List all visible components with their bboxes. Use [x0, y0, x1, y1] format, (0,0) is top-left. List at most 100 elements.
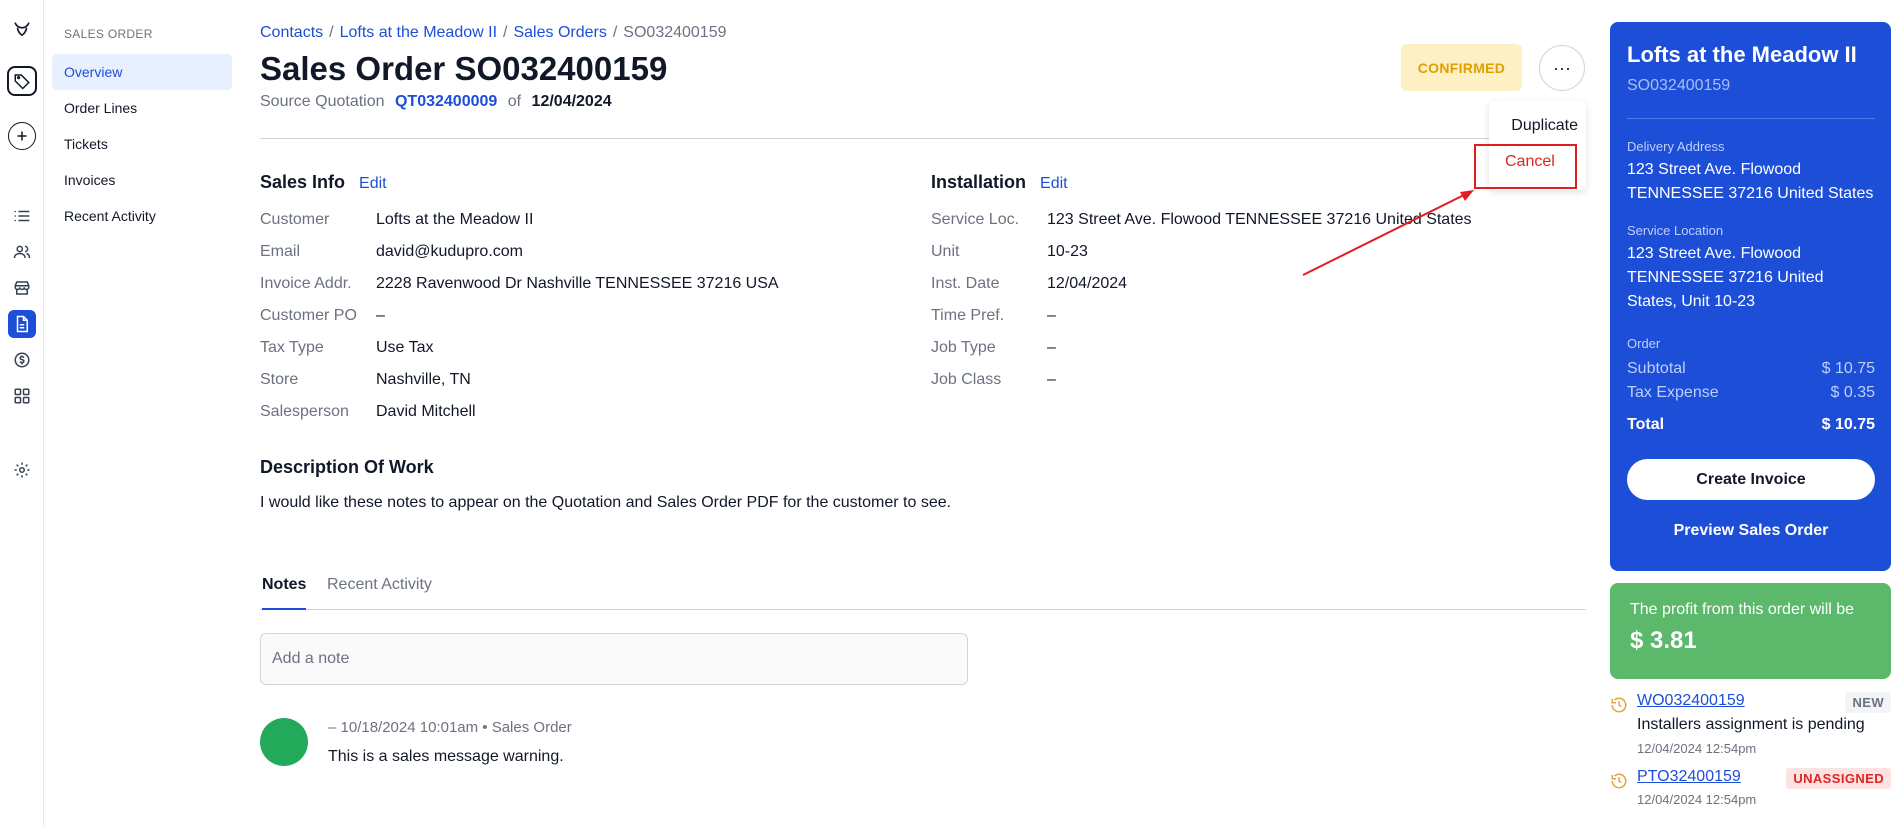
status-badge: CONFIRMED — [1401, 44, 1522, 91]
activity-tabs: Notes Recent Activity — [260, 574, 1586, 610]
related-order-time: 12/04/2024 12:54pm — [1637, 792, 1757, 807]
related-order-item: PTO32400159 UNASSIGNED 12/04/2024 12:54p… — [1610, 768, 1891, 818]
installation-title: Installation — [931, 172, 1027, 192]
plus-icon[interactable] — [8, 122, 36, 150]
field-label: Invoice Addr. — [260, 275, 352, 292]
customer-value: Lofts at the Meadow II — [376, 211, 534, 228]
store-value: Nashville, TN — [376, 371, 471, 388]
delivery-address-label: Delivery Address — [1627, 139, 1725, 154]
header-divider — [260, 138, 1586, 139]
installation-edit-link[interactable]: Edit — [1040, 175, 1068, 192]
field-label: Customer — [260, 211, 330, 228]
sidebar-item-tickets[interactable]: Tickets — [52, 126, 232, 162]
work-order-link[interactable]: WO032400159 — [1637, 692, 1745, 710]
related-order-time: 12/04/2024 12:54pm — [1637, 741, 1757, 756]
time-pref-value: – — [1047, 307, 1056, 324]
sidebar-item-invoices[interactable]: Invoices — [52, 162, 232, 198]
salesperson-value: David Mitchell — [376, 403, 476, 420]
job-class-value: – — [1047, 371, 1056, 388]
purchase-order-link[interactable]: PTO32400159 — [1637, 768, 1741, 786]
field-label: Unit — [931, 243, 960, 260]
list-icon[interactable] — [8, 202, 36, 230]
profit-text: The profit from this order will be — [1630, 601, 1855, 618]
page-title: Sales Order SO032400159 — [260, 50, 668, 87]
invoice-address-value: 2228 Ravenwood Dr Nashville TENNESSEE 37… — [376, 275, 779, 292]
breadcrumb-sales-orders[interactable]: Sales Orders — [513, 24, 606, 41]
service-location-label: Service Location — [1627, 223, 1724, 238]
field-label: Inst. Date — [931, 275, 1000, 292]
preview-sales-order-button[interactable]: Preview Sales Order — [1627, 522, 1875, 540]
money-icon[interactable] — [8, 346, 36, 374]
install-date-value: 12/04/2024 — [1047, 275, 1128, 292]
summary-title: Lofts at the Meadow II — [1627, 42, 1857, 67]
sales-info-heading: Sales Info Edit — [260, 172, 387, 193]
breadcrumb-current: SO032400159 — [623, 24, 727, 41]
note-meta: – 10/18/2024 10:01am • Sales Order — [328, 719, 572, 736]
order-summary-panel: Lofts at the Meadow II SO032400159 Deliv… — [1610, 22, 1891, 571]
profit-value: $ 3.81 — [1630, 627, 1697, 654]
avatar — [260, 718, 308, 766]
tax-type-value: Use Tax — [376, 339, 434, 356]
annotation-arrow — [1302, 190, 1474, 276]
breadcrumb-separator: / — [612, 24, 618, 41]
sidebar-item-overview[interactable]: Overview — [52, 54, 232, 90]
tag-icon[interactable] — [7, 66, 37, 96]
related-order-item: WO032400159 NEW Installers assignment is… — [1610, 692, 1891, 760]
breadcrumb-separator: / — [329, 24, 334, 41]
source-date: 12/04/2024 — [531, 93, 612, 110]
related-order-description: Installers assignment is pending — [1637, 716, 1865, 733]
description-heading: Description Of Work — [260, 457, 434, 477]
menu-item-duplicate[interactable]: Duplicate — [1511, 117, 1578, 135]
tax-row: Tax Expense $ 0.35 — [1627, 384, 1875, 402]
installation-heading: Installation Edit — [931, 172, 1068, 193]
subtotal-value: $ 10.75 — [1821, 360, 1875, 377]
profit-card: The profit from this order will be $ 3.8… — [1610, 583, 1891, 679]
summary-subtitle: SO032400159 — [1627, 77, 1731, 94]
total-value: $ 10.75 — [1821, 416, 1875, 433]
more-options-button[interactable]: ··· — [1539, 45, 1585, 91]
sidebar-header: SALES ORDER — [64, 27, 153, 41]
document-icon[interactable] — [8, 310, 36, 338]
source-label: Source Quotation — [260, 93, 385, 110]
sidebar-item-order-lines[interactable]: Order Lines — [52, 90, 232, 126]
customer-po-value: – — [376, 307, 385, 324]
icon-rail — [0, 0, 44, 826]
field-label: Email — [260, 243, 301, 260]
tab-recent-activity[interactable]: Recent Activity — [327, 574, 432, 610]
of-label: of — [507, 93, 522, 110]
field-label: Customer PO — [260, 307, 357, 324]
users-icon[interactable] — [8, 238, 36, 266]
subtotal-row: Subtotal $ 10.75 — [1627, 360, 1875, 378]
email-value: david@kudupro.com — [376, 243, 523, 260]
breadcrumb: Contacts / Lofts at the Meadow II / Sales Or… — [260, 24, 727, 42]
history-icon — [1611, 773, 1627, 789]
source-quotation-link[interactable]: QT032400009 — [395, 93, 497, 110]
field-label: Salesperson — [260, 403, 349, 420]
unit-value: 10-23 — [1047, 243, 1088, 260]
service-location-text: 123 Street Ave. Flowood TENNESSEE 37216 … — [1627, 245, 1824, 310]
summary-divider — [1627, 118, 1875, 119]
status-badge: NEW — [1845, 692, 1891, 713]
note-text: This is a sales message warning. — [328, 748, 564, 765]
history-icon — [1611, 697, 1627, 713]
tab-notes[interactable]: Notes — [262, 574, 307, 610]
gear-icon[interactable] — [8, 456, 36, 484]
job-type-value: – — [1047, 339, 1056, 356]
breadcrumb-customer[interactable]: Lofts at the Meadow II — [340, 24, 497, 41]
sidebar-item-recent-activity[interactable]: Recent Activity — [52, 198, 232, 234]
order-label: Order — [1627, 336, 1661, 351]
delivery-address-text: 123 Street Ave. Flowood TENNESSEE 37216 … — [1627, 161, 1874, 202]
total-row: Total $ 10.75 — [1627, 416, 1875, 434]
create-invoice-button[interactable]: Create Invoice — [1627, 459, 1875, 500]
add-note-input[interactable] — [260, 633, 968, 685]
field-label: Job Class — [931, 371, 1002, 388]
logo-icon[interactable] — [8, 16, 36, 44]
store-icon[interactable] — [8, 274, 36, 302]
breadcrumb-contacts[interactable]: Contacts — [260, 24, 323, 41]
status-badge: UNASSIGNED — [1786, 768, 1891, 789]
field-label: Store — [260, 371, 299, 388]
grid-icon[interactable] — [8, 382, 36, 410]
field-label: Service Loc. — [931, 211, 1020, 228]
sales-info-edit-link[interactable]: Edit — [359, 175, 387, 192]
description-text: I would like these notes to appear on th… — [260, 494, 952, 511]
